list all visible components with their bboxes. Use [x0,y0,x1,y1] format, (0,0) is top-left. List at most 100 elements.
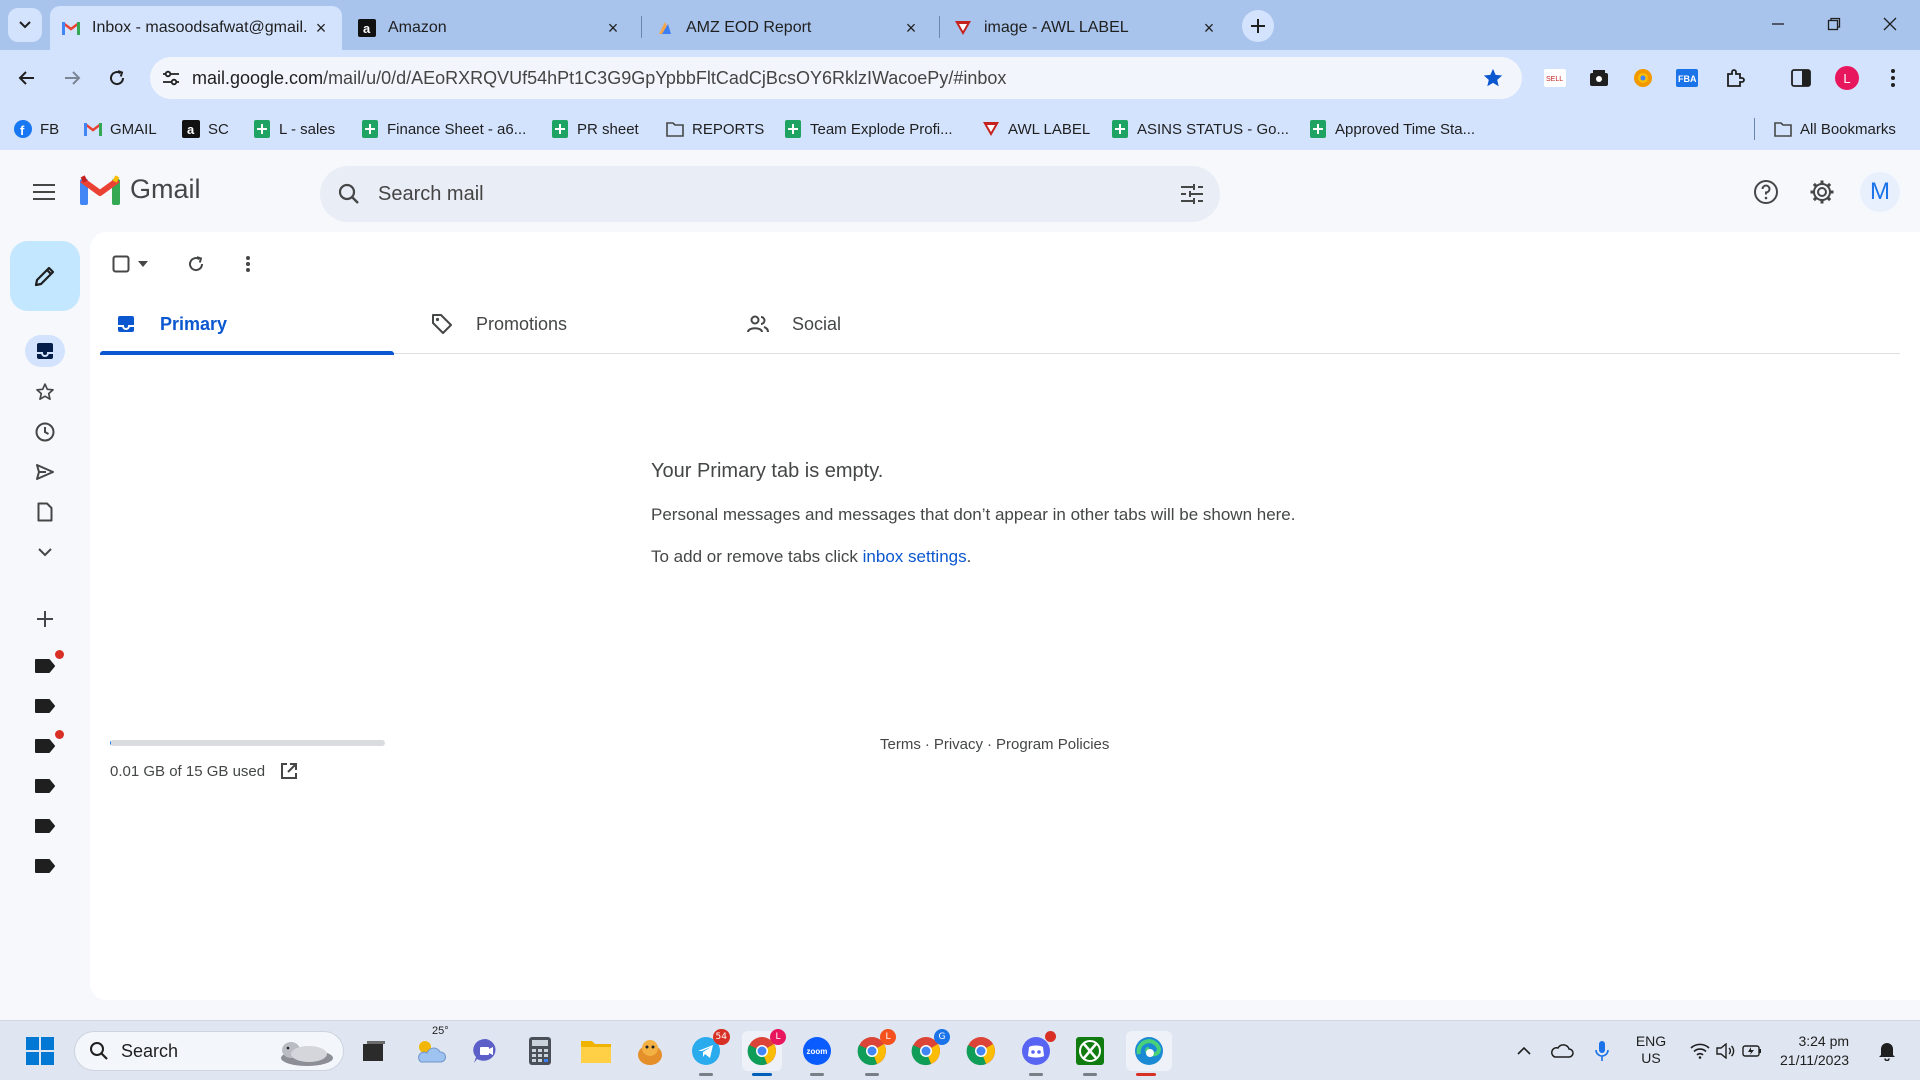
browser-tab-inbox[interactable]: Inbox - masoodsafwat@gmail. × [50,6,342,50]
taskbar-discord[interactable] [1016,1031,1056,1076]
search-options-icon[interactable] [1164,166,1220,222]
taskbar-chrome-profile-3[interactable]: G [906,1029,950,1071]
extensions-puzzle-icon[interactable] [1722,65,1748,91]
address-bar[interactable]: mail.google.com/mail/u/0/d/AEoRXRQVUf54h… [150,57,1522,99]
telegram-badge: 54 [712,1029,730,1045]
bookmark-folder-reports[interactable]: REPORTS [666,118,764,140]
extension-seller-icon[interactable]: SELL [1542,65,1568,91]
all-bookmarks[interactable]: All Bookmarks [1774,118,1896,140]
compose-button[interactable] [10,241,80,311]
nav-sent[interactable] [25,456,65,488]
main-menu-button[interactable] [24,172,64,212]
start-button[interactable] [20,1031,60,1071]
nav-snoozed[interactable] [25,416,65,448]
bookmark-pr-sheet[interactable]: PR sheet [551,118,639,140]
extension-fba-icon[interactable]: FBA [1674,65,1700,91]
bookmark-sc[interactable]: a SC [182,118,229,140]
close-tab-icon[interactable]: × [1200,18,1218,38]
gmail-logo[interactable]: Gmail [80,174,201,205]
restore-button[interactable] [1806,0,1862,48]
taskbar-weather[interactable]: 25° [410,1025,450,1071]
browser-menu-button[interactable] [1880,65,1906,91]
create-label-button[interactable] [25,603,65,635]
taskbar-edge[interactable] [1126,1031,1172,1076]
select-all-checkbox[interactable] [108,246,152,282]
site-info-icon[interactable] [150,57,192,99]
nav-inbox[interactable] [25,335,65,367]
browser-tab-amazon[interactable]: a Amazon × [346,6,634,50]
nav-starred[interactable] [25,376,65,408]
program-policies-link[interactable]: Program Policies [996,736,1109,753]
minimize-button[interactable] [1750,0,1806,48]
taskbar-xbox[interactable] [1070,1031,1110,1076]
tab-primary[interactable]: Primary [100,294,394,355]
profile-avatar[interactable]: L [1834,65,1860,91]
inbox-icon [114,312,138,336]
taskbar-chrome-profile-1[interactable]: L [742,1029,786,1076]
refresh-button[interactable] [178,246,214,282]
bookmark-team-explode[interactable]: Team Explode Profi... [784,118,953,140]
privacy-link[interactable]: Privacy [934,736,983,753]
settings-button[interactable] [1800,170,1844,214]
search-input[interactable] [378,182,1164,206]
taskbar-character-app[interactable] [630,1031,670,1071]
taskbar-telegram[interactable]: 54 [686,1029,730,1076]
taskbar-zoom[interactable]: zoom [797,1031,837,1076]
search-bar[interactable] [320,166,1220,222]
nav-label-2[interactable] [25,690,65,722]
more-actions-button[interactable] [230,246,266,282]
support-button[interactable] [1744,170,1788,214]
taskbar-chrome-profile-4[interactable] [961,1031,1001,1071]
search-icon[interactable] [320,166,378,222]
bookmark-l-sales[interactable]: L - sales [253,118,335,140]
terms-link[interactable]: Terms [880,736,921,753]
notifications-button[interactable] [1874,1035,1900,1067]
close-window-button[interactable] [1862,0,1918,48]
inbox-settings-link[interactable]: inbox settings [863,547,967,566]
nav-label-1[interactable] [25,650,65,682]
tab-social[interactable]: Social [732,294,1026,354]
reload-button[interactable] [100,61,134,95]
tab-promotions[interactable]: Promotions [416,294,710,354]
microphone-button[interactable] [1590,1035,1614,1067]
browser-tab-awl-label[interactable]: image - AWL LABEL × [942,6,1230,50]
browser-tab-eod-report[interactable]: AMZ EOD Report × [644,6,932,50]
close-tab-icon[interactable]: × [902,18,920,38]
taskbar-teams[interactable] [466,1031,506,1071]
nav-label-6[interactable] [25,850,65,882]
tab-search-button[interactable] [8,8,42,42]
quick-settings-button[interactable] [1684,1035,1768,1067]
language-indicator[interactable]: ENG US [1626,1033,1676,1067]
extension-orange-icon[interactable] [1630,65,1656,91]
forward-button[interactable] [55,61,89,95]
back-button[interactable] [10,61,44,95]
open-in-new-icon[interactable] [279,761,299,781]
taskbar-chrome-profile-2[interactable]: L [852,1029,896,1076]
bookmark-awl-label[interactable]: AWL LABEL [982,118,1090,140]
system-clock[interactable]: 3:24 pm 21/11/2023 [1780,1032,1849,1070]
taskbar-search-label: Search [121,1040,179,1061]
show-hidden-icons-button[interactable] [1512,1035,1536,1067]
close-tab-icon[interactable]: × [312,18,330,38]
nav-more[interactable] [25,536,65,568]
taskbar-file-explorer[interactable] [576,1031,616,1071]
bookmark-approved-time[interactable]: Approved Time Sta... [1309,118,1475,140]
bookmark-star-icon[interactable] [1482,67,1504,94]
new-tab-button[interactable] [1242,10,1274,42]
account-avatar[interactable]: M [1860,172,1900,212]
bookmark-fb[interactable]: f FB [14,118,59,140]
extension-box-icon[interactable] [1586,65,1612,91]
taskbar-calculator[interactable] [520,1031,560,1071]
side-panel-icon[interactable] [1788,65,1814,91]
taskbar-search-box[interactable]: Search [74,1031,344,1071]
taskbar-task-view[interactable] [354,1031,394,1071]
bookmark-gmail[interactable]: GMAIL [84,118,157,140]
nav-label-3[interactable] [25,730,65,762]
close-tab-icon[interactable]: × [604,18,622,38]
nav-label-5[interactable] [25,810,65,842]
nav-drafts[interactable] [25,496,65,528]
onedrive-button[interactable] [1548,1035,1576,1067]
bookmark-asins-status[interactable]: ASINS STATUS - Go... [1111,118,1289,140]
nav-label-4[interactable] [25,770,65,802]
bookmark-finance-sheet[interactable]: Finance Sheet - a6... [361,118,526,140]
